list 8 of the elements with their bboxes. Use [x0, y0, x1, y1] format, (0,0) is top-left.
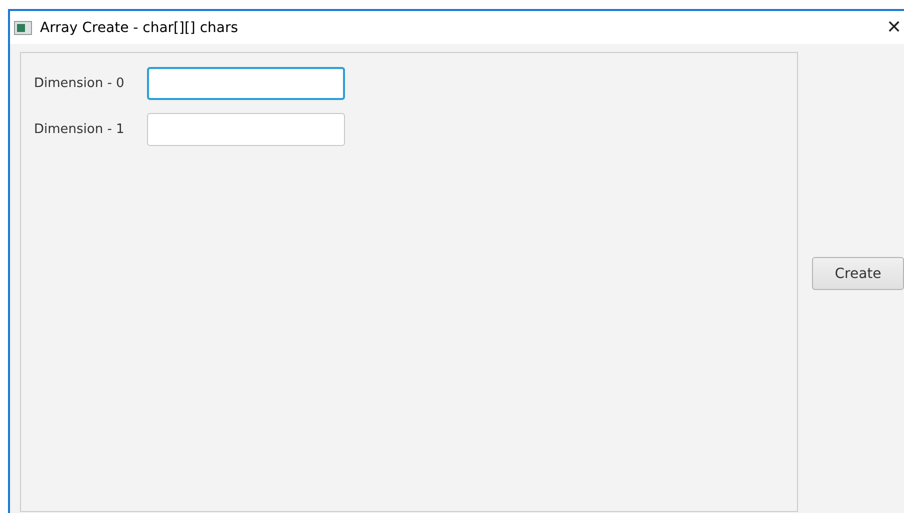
input-field[interactable]	[147, 113, 345, 146]
create-button[interactable]: Create	[812, 257, 904, 290]
window-title: Array Create - char[][] chars	[40, 20, 240, 36]
field-label: Dimension - 0	[34, 76, 126, 91]
field-label: Dimension - 1	[34, 122, 126, 137]
window-icon	[14, 20, 32, 34]
close-icon[interactable]: ✕	[884, 17, 904, 38]
input-field[interactable]	[147, 67, 345, 100]
